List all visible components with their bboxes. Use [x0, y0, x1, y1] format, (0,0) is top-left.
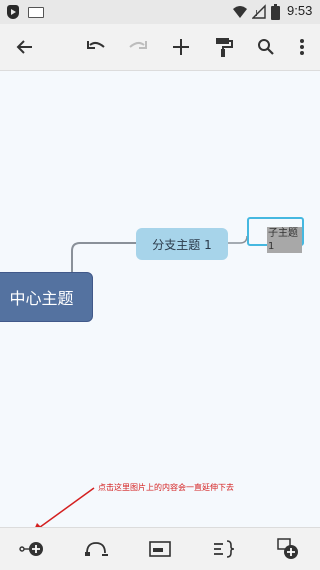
relationship-button[interactable] [82, 537, 110, 561]
format-paint-icon [216, 38, 233, 57]
annotation-text: 点击这里图片上的内容会一直延伸下去 [98, 483, 234, 492]
format-button[interactable] [210, 33, 238, 61]
sub-topic-label: 子主题 1 [267, 227, 302, 253]
add-floating-topic-button[interactable] [274, 537, 302, 561]
bottom-toolbar [0, 527, 320, 570]
app-icon [7, 5, 19, 19]
add-floating-topic-icon [277, 538, 298, 559]
add-icon [173, 39, 189, 55]
top-toolbar [0, 24, 320, 71]
undo-icon [87, 41, 105, 49]
summary-button[interactable] [210, 537, 238, 561]
redo-icon [129, 41, 147, 49]
back-arrow-icon [16, 40, 32, 54]
add-topic-button[interactable] [167, 33, 195, 61]
main-topic-label: 分支主题 1 [152, 237, 212, 252]
wifi-icon [233, 6, 247, 18]
signal-icon: ! [252, 4, 266, 19]
more-vert-icon [300, 39, 304, 55]
search-icon [258, 39, 274, 55]
redo-button[interactable] [124, 33, 152, 61]
keyboard-icon [28, 7, 44, 18]
status-clock: 9:53 [287, 3, 313, 18]
central-topic-label: 中心主题 [9, 289, 74, 308]
more-menu-button[interactable] [288, 33, 316, 61]
sub-topic-selected[interactable]: 子主题 1 [247, 217, 304, 253]
summary-icon [214, 540, 235, 558]
undo-button[interactable] [82, 33, 110, 61]
status-bar: ! 9:53 [0, 0, 320, 24]
callout-button[interactable] [146, 537, 174, 561]
central-topic[interactable]: 中心主题 [0, 272, 93, 322]
back-button[interactable] [11, 33, 39, 61]
add-node-button[interactable] [18, 537, 46, 561]
relationship-icon [85, 542, 108, 556]
callout-icon [149, 541, 171, 557]
mindmap-canvas[interactable]: 中心主题 分支主题 1 子主题 1 [0, 71, 320, 527]
search-button[interactable] [252, 33, 280, 61]
add-node-icon [19, 542, 43, 556]
svg-text:!: ! [255, 9, 258, 18]
main-topic[interactable]: 分支主题 1 [136, 228, 228, 260]
battery-icon [271, 4, 280, 20]
